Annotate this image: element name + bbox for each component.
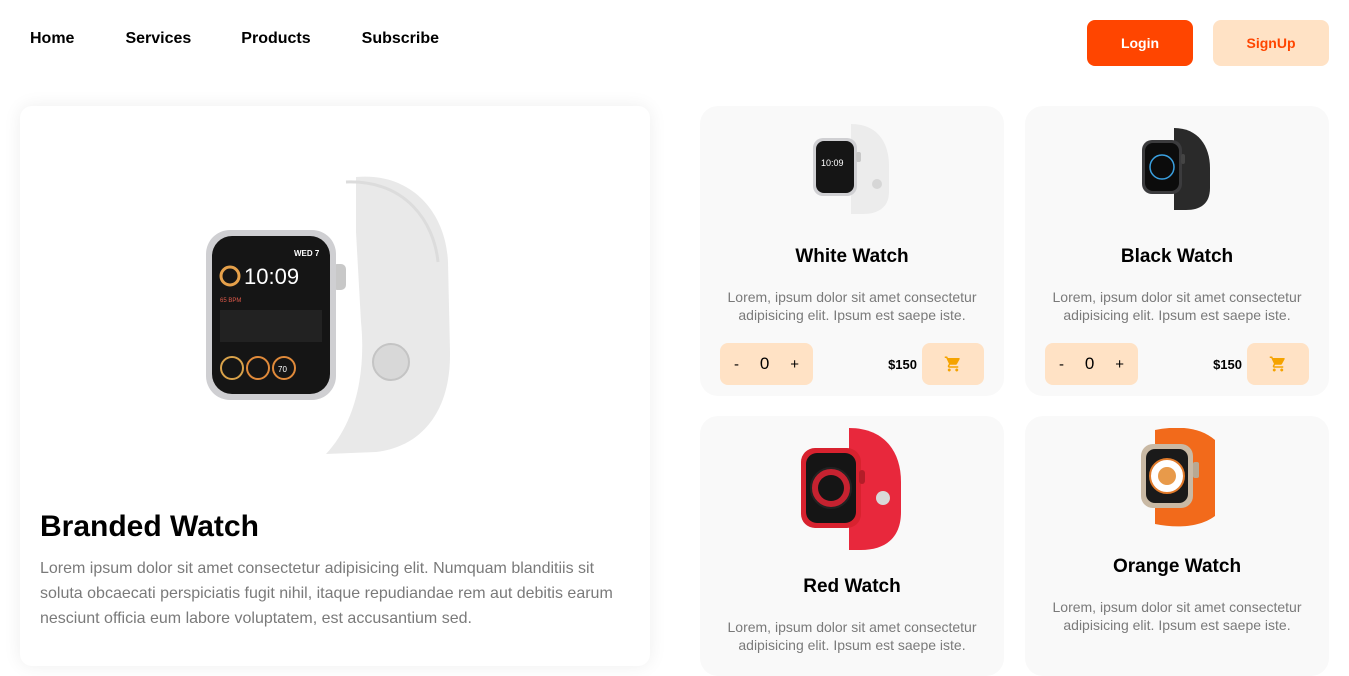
product-title: Red Watch (803, 576, 901, 597)
add-to-cart-button[interactable] (1247, 343, 1309, 385)
product-description: Lorem, ipsum dolor sit amet consectetur … (1052, 289, 1302, 323)
orange-watch-thumbnail (1141, 428, 1215, 527)
hero-title: Branded Watch (40, 510, 259, 543)
decrease-quantity-button[interactable]: - (1059, 356, 1064, 373)
product-card-orange-watch: Orange Watch Lorem, ipsum dolor sit amet… (1025, 416, 1329, 676)
product-card-red-watch: Red Watch Lorem, ipsum dolor sit amet co… (700, 416, 1004, 676)
nav-links: Home Services Products Subscribe (30, 30, 439, 48)
product-description: Lorem, ipsum dolor sit amet consectetur … (727, 289, 977, 323)
svg-text:10:09: 10:09 (821, 158, 844, 168)
product-description: Lorem, ipsum dolor sit amet consectetur … (727, 619, 977, 653)
quantity-stepper: - 0 + (720, 343, 813, 385)
signup-button[interactable]: SignUp (1213, 20, 1329, 66)
svg-text:65 BPM: 65 BPM (220, 298, 241, 304)
product-title: Orange Watch (1112, 556, 1242, 577)
quantity-stepper: - 0 + (1045, 343, 1138, 385)
nav-link-services[interactable]: Services (125, 30, 191, 48)
cart-icon (944, 356, 960, 372)
nav-link-subscribe[interactable]: Subscribe (362, 30, 439, 48)
nav-link-home[interactable]: Home (30, 30, 74, 48)
product-price: $150 (888, 357, 917, 372)
product-card-white-watch: 10:09 White Watch Lorem, ipsum dolor sit… (700, 106, 1004, 396)
svg-text:WED 7: WED 7 (294, 249, 320, 258)
black-watch-thumbnail (1142, 128, 1210, 210)
login-button[interactable]: Login (1087, 20, 1193, 66)
top-navbar: Home Services Products Subscribe Login S… (0, 0, 1349, 86)
product-title: White Watch (795, 246, 909, 267)
white-watch-image: WED 7 10:09 65 BPM 70 (206, 176, 451, 454)
product-title: Black Watch (1120, 246, 1234, 267)
product-card-black-watch: Black Watch Lorem, ipsum dolor sit amet … (1025, 106, 1329, 396)
product-price: $150 (1213, 357, 1242, 372)
increase-quantity-button[interactable]: + (1115, 356, 1124, 373)
quantity-value: 0 (759, 354, 770, 373)
white-watch-thumbnail: 10:09 (813, 124, 889, 214)
quantity-value: 0 (1084, 354, 1095, 373)
svg-text:10:09: 10:09 (244, 264, 299, 289)
hero-card: WED 7 10:09 65 BPM 70 Branded Watch Lore… (20, 106, 650, 666)
svg-text:70: 70 (278, 365, 287, 374)
increase-quantity-button[interactable]: + (790, 356, 799, 373)
cart-icon (1269, 356, 1285, 372)
red-watch-thumbnail (801, 428, 901, 550)
nav-link-products[interactable]: Products (241, 30, 310, 48)
decrease-quantity-button[interactable]: - (734, 356, 739, 373)
add-to-cart-button[interactable] (922, 343, 984, 385)
hero-description: Lorem ipsum dolor sit amet consectetur a… (40, 560, 613, 627)
product-description: Lorem, ipsum dolor sit amet consectetur … (1052, 599, 1302, 633)
